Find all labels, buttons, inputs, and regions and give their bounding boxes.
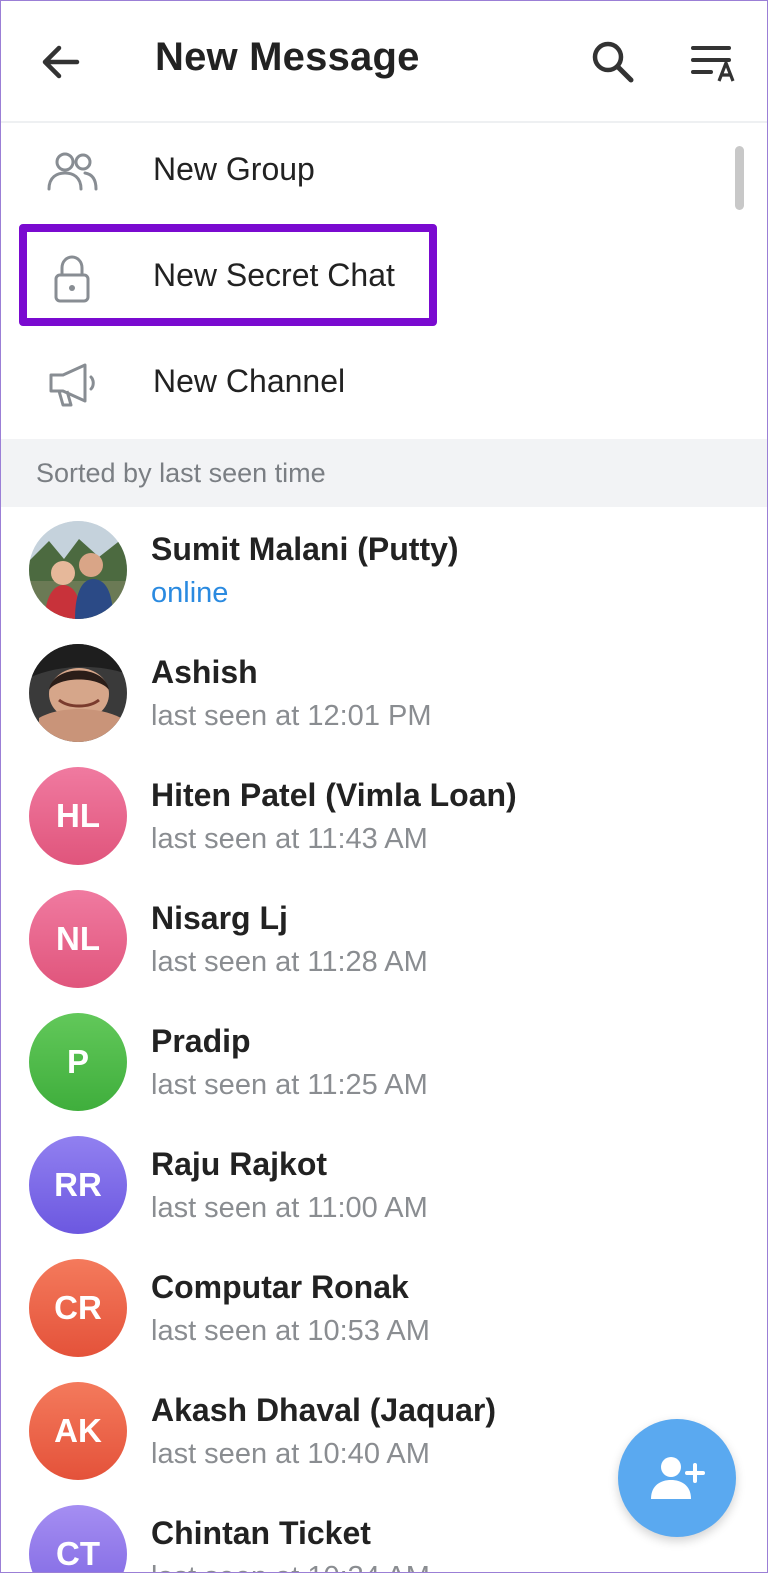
arrow-left-icon — [42, 45, 80, 79]
contact-status: last seen at 10:53 AM — [151, 1315, 430, 1347]
highlight-box — [19, 224, 437, 326]
app-bar: New Message — [1, 1, 767, 123]
back-button[interactable] — [35, 39, 85, 85]
add-contact-icon — [651, 1457, 705, 1499]
contact-row[interactable]: NL Nisarg Lj last seen at 11:28 AM — [1, 876, 767, 999]
contact-status: online — [151, 577, 229, 609]
avatar — [29, 644, 127, 742]
search-button[interactable] — [589, 39, 637, 85]
contact-name: Pradip — [151, 1023, 251, 1059]
contact-status: last seen at 10:40 AM — [151, 1438, 430, 1470]
contact-name: Akash Dhaval (Jaquar) — [151, 1392, 497, 1428]
contact-photo-icon — [29, 644, 127, 742]
section-header-label: Sorted by last seen time — [36, 458, 326, 488]
search-icon — [592, 41, 634, 83]
contact-status: last seen at 11:00 AM — [151, 1192, 428, 1224]
sort-button[interactable] — [689, 41, 741, 85]
sort-by-name-icon — [691, 46, 735, 82]
new-group-item[interactable]: New Group — [1, 119, 767, 225]
contact-name: Sumit Malani (Putty) — [151, 531, 459, 567]
contact-name: Ashish — [151, 654, 258, 690]
section-header: Sorted by last seen time — [1, 439, 767, 507]
avatar: NL — [29, 890, 127, 988]
contact-name: Nisarg Lj — [151, 900, 288, 936]
contact-status: last seen at 10:34 AM — [151, 1561, 430, 1572]
add-contact-button[interactable] — [618, 1419, 736, 1537]
contact-name: Hiten Patel (Vimla Loan) — [151, 777, 517, 813]
contact-status: last seen at 11:25 AM — [151, 1069, 428, 1101]
avatar: P — [29, 1013, 127, 1111]
new-message-screen: New Message New Group New Secret Chat Ne… — [0, 0, 768, 1573]
contact-status: last seen at 11:43 AM — [151, 823, 428, 855]
new-channel-label: New Channel — [153, 363, 346, 399]
contact-name: Chintan Ticket — [151, 1515, 371, 1551]
avatar: CT — [29, 1505, 127, 1572]
contact-row[interactable]: RR Raju Rajkot last seen at 11:00 AM — [1, 1122, 767, 1245]
contact-row[interactable]: Ashish last seen at 12:01 PM — [1, 630, 767, 753]
contact-status: last seen at 11:28 AM — [151, 946, 428, 978]
avatar: CR — [29, 1259, 127, 1357]
contact-row[interactable]: Sumit Malani (Putty) online — [1, 507, 767, 630]
contact-row[interactable]: HL Hiten Patel (Vimla Loan) last seen at… — [1, 753, 767, 876]
avatar: RR — [29, 1136, 127, 1234]
contact-status: last seen at 12:01 PM — [151, 700, 432, 732]
page-title: New Message — [155, 35, 420, 79]
contact-row[interactable]: P Pradip last seen at 11:25 AM — [1, 999, 767, 1122]
new-channel-item[interactable]: New Channel — [1, 331, 767, 437]
contact-name: Raju Rajkot — [151, 1146, 328, 1182]
contact-row[interactable]: CR Computar Ronak last seen at 10:53 AM — [1, 1245, 767, 1368]
avatar: HL — [29, 767, 127, 865]
new-group-label: New Group — [153, 151, 315, 187]
avatar — [29, 521, 127, 619]
contact-name: Computar Ronak — [151, 1269, 409, 1305]
megaphone-icon — [49, 363, 95, 407]
avatar: AK — [29, 1382, 127, 1480]
group-icon — [47, 152, 98, 191]
contact-photo-icon — [29, 521, 127, 619]
